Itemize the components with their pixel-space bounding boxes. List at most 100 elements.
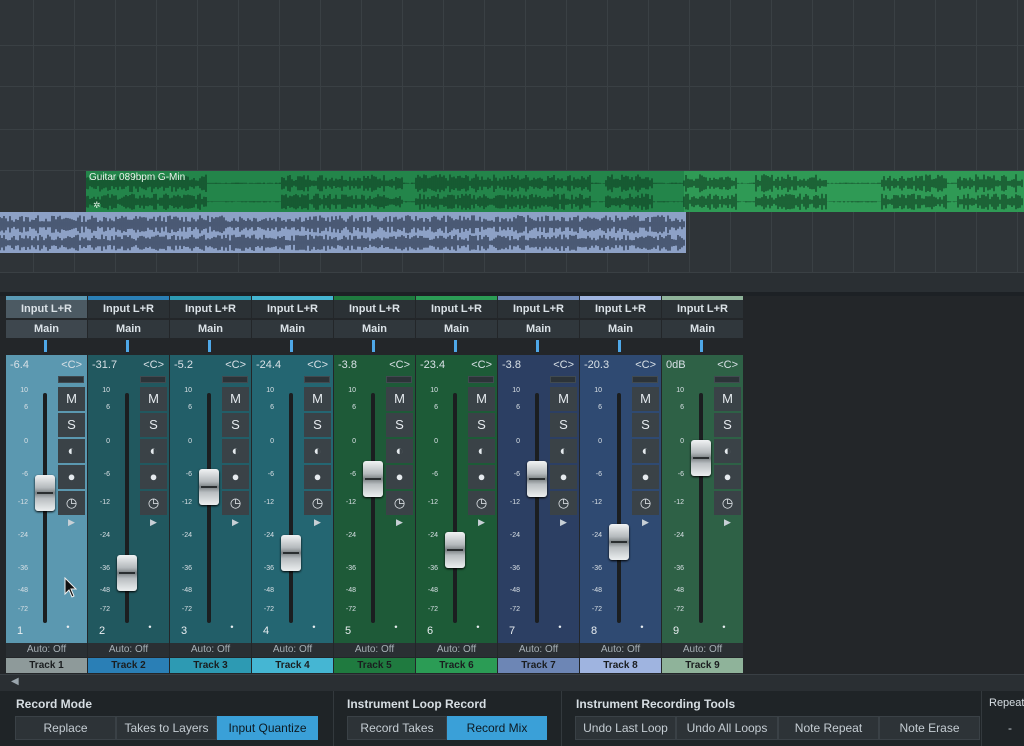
volume-readout[interactable]: -3.8 [338, 359, 357, 371]
track-name[interactable]: Track 9 [662, 658, 743, 673]
note-erase-button[interactable]: Note Erase [879, 716, 980, 740]
input-selector[interactable]: Input L+R [416, 300, 497, 318]
solo-button[interactable]: S [632, 413, 659, 437]
volume-readout[interactable]: 0dB [666, 359, 686, 371]
automation-mode[interactable]: Auto: Off [416, 643, 497, 657]
monitor-button[interactable]: ◐ [714, 439, 741, 463]
record-arm-button[interactable]: ● [222, 465, 249, 489]
input-selector[interactable]: Input L+R [252, 300, 333, 318]
fader-track[interactable] [207, 393, 211, 623]
track-name[interactable]: Track 3 [170, 658, 251, 673]
solo-button[interactable]: S [222, 413, 249, 437]
pan-slider[interactable] [252, 339, 333, 353]
arrange-view[interactable]: Guitar 089bpm G-Min ✲ [0, 0, 1024, 292]
volume-readout[interactable]: -6.4 [10, 359, 29, 371]
expand-arrow-icon[interactable]: ▶ [478, 517, 485, 528]
monitor-button[interactable]: ◐ [58, 439, 85, 463]
waveform-icon[interactable]: ᭼ [720, 617, 728, 639]
track-name[interactable]: Track 4 [252, 658, 333, 673]
input-knob-button[interactable]: ◷ [304, 491, 331, 515]
expand-arrow-icon[interactable]: ▶ [150, 517, 157, 528]
automation-mode[interactable]: Auto: Off [252, 643, 333, 657]
mute-button[interactable]: M [58, 387, 85, 411]
mute-button[interactable]: M [140, 387, 167, 411]
input-knob-button[interactable]: ◷ [714, 491, 741, 515]
monitor-button[interactable]: ◐ [468, 439, 495, 463]
fader-track[interactable] [289, 393, 293, 623]
volume-fader[interactable] [527, 460, 547, 497]
automation-mode[interactable]: Auto: Off [6, 643, 87, 657]
solo-button[interactable]: S [550, 413, 577, 437]
replace-button[interactable]: Replace [15, 716, 116, 740]
mute-button[interactable]: M [714, 387, 741, 411]
output-selector[interactable]: Main [170, 320, 251, 338]
output-selector[interactable]: Main [416, 320, 497, 338]
expand-arrow-icon[interactable]: ▶ [724, 517, 731, 528]
pan-slider[interactable] [498, 339, 579, 353]
output-selector[interactable]: Main [252, 320, 333, 338]
monitor-button[interactable]: ◐ [140, 439, 167, 463]
monitor-button[interactable]: ◐ [222, 439, 249, 463]
automation-mode[interactable]: Auto: Off [334, 643, 415, 657]
input-knob-button[interactable]: ◷ [550, 491, 577, 515]
track-name[interactable]: Track 8 [580, 658, 661, 673]
record-arm-button[interactable]: ● [632, 465, 659, 489]
pan-slider[interactable] [580, 339, 661, 353]
pan-slider[interactable] [334, 339, 415, 353]
expand-arrow-icon[interactable]: ▶ [642, 517, 649, 528]
waveform-icon[interactable]: ᭼ [556, 617, 564, 639]
mute-button[interactable]: M [632, 387, 659, 411]
fader-track[interactable] [453, 393, 457, 623]
waveform-icon[interactable]: ᭼ [392, 617, 400, 639]
automation-mode[interactable]: Auto: Off [170, 643, 251, 657]
volume-fader[interactable] [609, 523, 629, 560]
record-arm-button[interactable]: ● [304, 465, 331, 489]
pan-slider[interactable] [662, 339, 743, 353]
mute-button[interactable]: M [304, 387, 331, 411]
volume-readout[interactable]: -24.4 [256, 359, 281, 371]
monitor-button[interactable]: ◐ [632, 439, 659, 463]
pan-readout[interactable]: <C> [307, 359, 328, 371]
input-selector[interactable]: Input L+R [498, 300, 579, 318]
pan-slider[interactable] [6, 339, 87, 353]
record-mix-button[interactable]: Record Mix [447, 716, 547, 740]
input-knob-button[interactable]: ◷ [386, 491, 413, 515]
waveform-icon[interactable]: ᭼ [474, 617, 482, 639]
solo-button[interactable]: S [468, 413, 495, 437]
record-arm-button[interactable]: ● [468, 465, 495, 489]
volume-readout[interactable]: -23.4 [420, 359, 445, 371]
waveform-icon[interactable]: ᭼ [310, 617, 318, 639]
input-selector[interactable]: Input L+R [334, 300, 415, 318]
output-selector[interactable]: Main [662, 320, 743, 338]
volume-fader[interactable] [199, 468, 219, 505]
waveform-icon[interactable]: ᭼ [638, 617, 646, 639]
volume-fader[interactable] [117, 555, 137, 592]
pan-readout[interactable]: <C> [717, 359, 738, 371]
record-arm-button[interactable]: ● [386, 465, 413, 489]
output-selector[interactable]: Main [498, 320, 579, 338]
expand-arrow-icon[interactable]: ▶ [232, 517, 239, 528]
solo-button[interactable]: S [140, 413, 167, 437]
automation-mode[interactable]: Auto: Off [498, 643, 579, 657]
input-selector[interactable]: Input L+R [580, 300, 661, 318]
mute-button[interactable]: M [222, 387, 249, 411]
repeat-value[interactable]: - [1008, 721, 1012, 735]
waveform-icon[interactable]: ᭼ [146, 617, 154, 639]
expand-arrow-icon[interactable]: ▶ [68, 517, 75, 528]
input-selector[interactable]: Input L+R [6, 300, 87, 318]
solo-button[interactable]: S [714, 413, 741, 437]
volume-fader[interactable] [691, 440, 711, 476]
mixer-scrollbar[interactable]: ◀ [0, 674, 1024, 691]
expand-arrow-icon[interactable]: ▶ [314, 517, 321, 528]
mute-button[interactable]: M [550, 387, 577, 411]
mute-button[interactable]: M [468, 387, 495, 411]
input-knob-button[interactable]: ◷ [222, 491, 249, 515]
solo-button[interactable]: S [386, 413, 413, 437]
input-quantize-button[interactable]: Input Quantize [217, 716, 318, 740]
automation-mode[interactable]: Auto: Off [88, 643, 169, 657]
monitor-button[interactable]: ◐ [550, 439, 577, 463]
record-arm-button[interactable]: ● [550, 465, 577, 489]
input-selector[interactable]: Input L+R [170, 300, 251, 318]
output-selector[interactable]: Main [6, 320, 87, 338]
solo-button[interactable]: S [304, 413, 331, 437]
